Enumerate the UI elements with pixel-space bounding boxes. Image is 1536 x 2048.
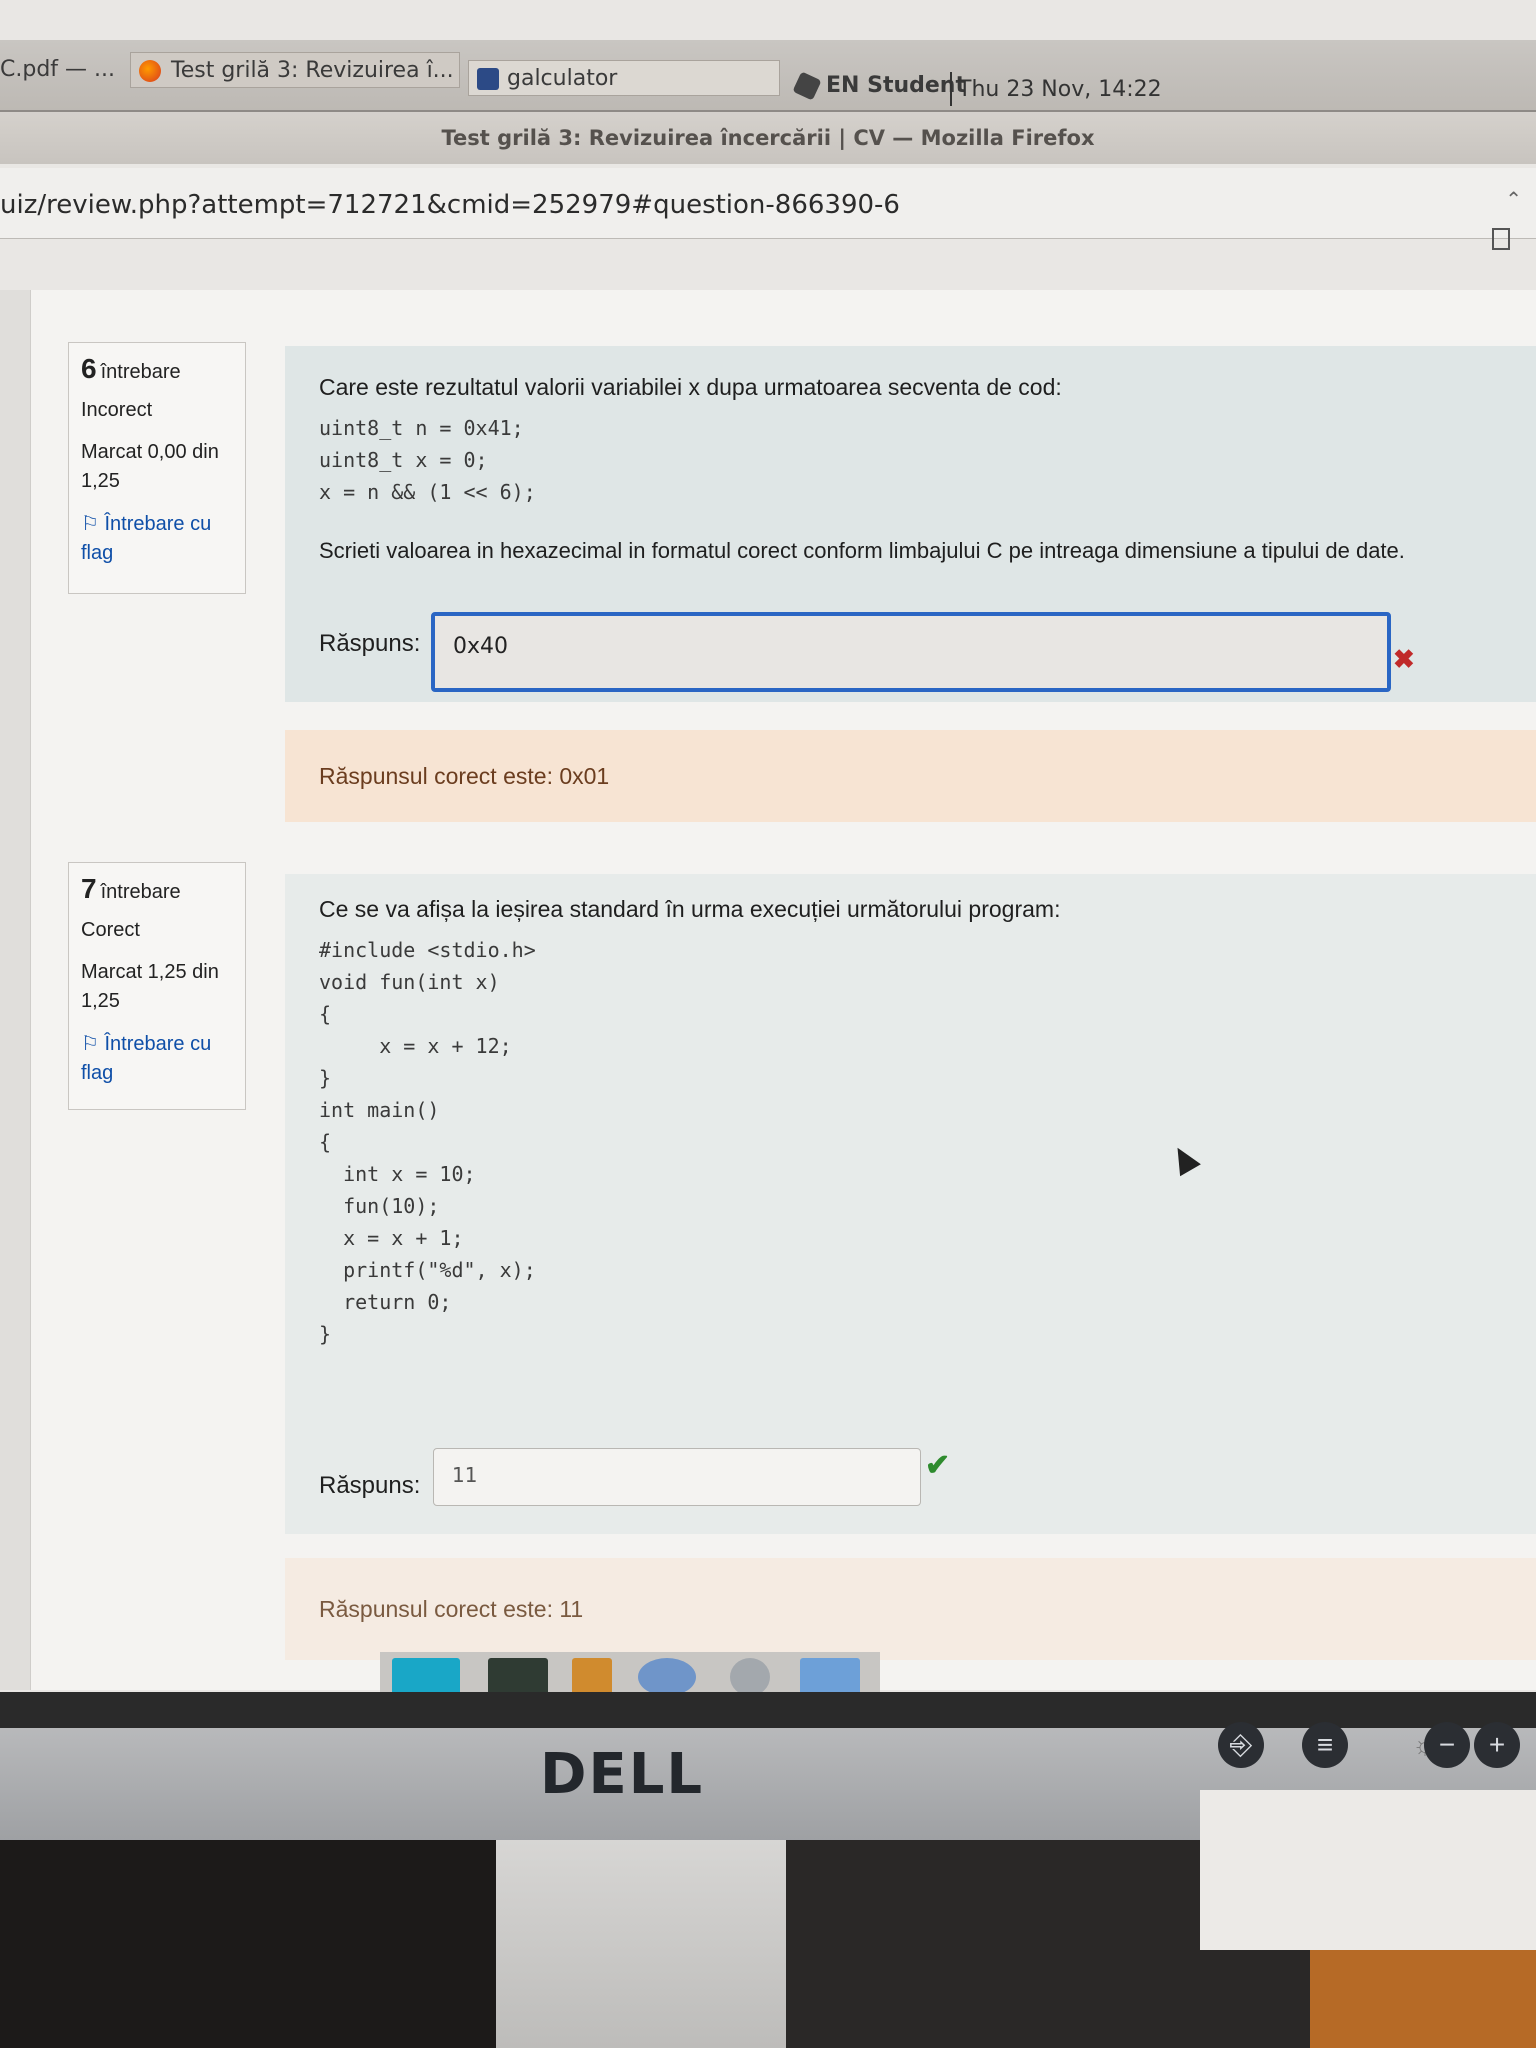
question-grade: Marcat 0,00 din 1,25 <box>81 441 219 492</box>
left-gutter <box>0 290 31 1690</box>
question-7-content: Ce se va afișa la ieșirea standard în ur… <box>285 874 1536 1534</box>
reader-view-icon[interactable] <box>1492 228 1510 250</box>
answer-label: Răspuns: <box>319 1472 421 1499</box>
code-block: #include <stdio.h> void fun(int x) { x =… <box>319 938 536 1346</box>
question-state: Incorect <box>81 399 153 421</box>
flag-icon: ⚐ <box>81 513 105 535</box>
background-wall <box>1200 1790 1536 1950</box>
flag-icon: ⚐ <box>81 1033 105 1055</box>
question-6-info: 6 întrebare Incorect Marcat 0,00 din 1,25… <box>68 342 246 594</box>
answer-input[interactable]: 0x40 <box>431 612 1391 692</box>
question-text: Care este rezultatul valorii variabilei … <box>319 374 1062 400</box>
search-icon[interactable] <box>730 1658 770 1696</box>
window-title: Test grilă 3: Revizuirea încercării | CV… <box>0 112 1536 164</box>
question-6-feedback: Răspunsul corect este: 0x01 <box>285 730 1536 822</box>
question-7-info: 7 întrebare Corect Marcat 1,25 din 1,25 ⚐… <box>68 862 246 1110</box>
taskbar-item-pdf[interactable]: C.pdf — ... <box>0 52 120 88</box>
answer-input[interactable]: 11 <box>433 1448 921 1506</box>
flag-question-link[interactable]: ⚐ Întrebare cu flag <box>81 1030 233 1088</box>
question-state: Corect <box>81 919 140 941</box>
quiz-review-page: 6 întrebare Incorect Marcat 0,00 din 1,25… <box>0 290 1536 1690</box>
firefox-icon <box>139 60 161 82</box>
question-label: întrebare <box>100 361 181 383</box>
minus-icon[interactable]: − <box>1424 1722 1470 1768</box>
url-text: uiz/review.php?attempt=712721&cmid=25297… <box>0 190 900 220</box>
answer-label: Răspuns: <box>319 630 421 657</box>
taskbar-item-pdf-label: C.pdf — ... <box>0 57 115 82</box>
question-6-content: Care este rezultatul valorii variabilei … <box>285 346 1536 702</box>
question-number: 7 <box>81 873 97 904</box>
archive-icon[interactable] <box>572 1658 612 1696</box>
desk-surface <box>0 1840 496 2048</box>
incorrect-icon: ✖ <box>1393 644 1415 674</box>
monitor-brand-logo: DELL <box>540 1742 705 1807</box>
taskbar-item-firefox[interactable]: Test grilă 3: Revizuirea î... <box>130 52 460 88</box>
terminal-icon[interactable] <box>488 1658 548 1696</box>
system-taskbar: C.pdf — ... Test grilă 3: Revizuirea î..… <box>0 40 1536 112</box>
wooden-surface <box>1310 1950 1536 2048</box>
browser-globe-icon[interactable] <box>638 1658 696 1696</box>
taskbar-item-galculator-label: galculator <box>507 66 618 91</box>
question-instruction: Scrieti valoarea in hexazecimal in forma… <box>319 538 1405 563</box>
url-bar[interactable]: uiz/review.php?attempt=712721&cmid=25297… <box>0 168 1536 239</box>
system-clock[interactable]: Thu 23 Nov, 14:22 <box>958 72 1162 108</box>
correct-check-icon: ✔ <box>925 1449 951 1482</box>
language-user-label: EN Student <box>826 73 966 98</box>
question-number: 6 <box>81 353 97 384</box>
app-window-icon[interactable] <box>392 1658 460 1696</box>
network-icon <box>792 71 822 101</box>
question-text: Ce se va afișa la ieșirea standard în ur… <box>319 896 1061 922</box>
plus-icon[interactable]: + <box>1474 1722 1520 1768</box>
question-grade: Marcat 1,25 din 1,25 <box>81 961 219 1012</box>
code-block: uint8_t n = 0x41; uint8_t x = 0; x = n &… <box>319 416 536 504</box>
folder-icon[interactable] <box>800 1658 860 1696</box>
menu-icon[interactable]: ≡ <box>1302 1722 1348 1768</box>
question-label: întrebare <box>100 881 181 903</box>
taskbar-separator <box>950 72 952 106</box>
calculator-icon <box>477 68 499 90</box>
taskbar-item-galculator[interactable]: galculator <box>468 60 780 96</box>
chevron-up-icon[interactable]: ⌃ <box>1505 162 1522 236</box>
flag-question-link[interactable]: ⚐ Întrebare cu flag <box>81 510 233 568</box>
taskbar-item-firefox-label: Test grilă 3: Revizuirea î... <box>171 58 454 83</box>
question-7-feedback: Răspunsul corect este: 11 <box>285 1558 1536 1660</box>
monitor-stand <box>496 1840 786 2048</box>
input-source-icon[interactable]: ⎆ <box>1218 1722 1264 1768</box>
